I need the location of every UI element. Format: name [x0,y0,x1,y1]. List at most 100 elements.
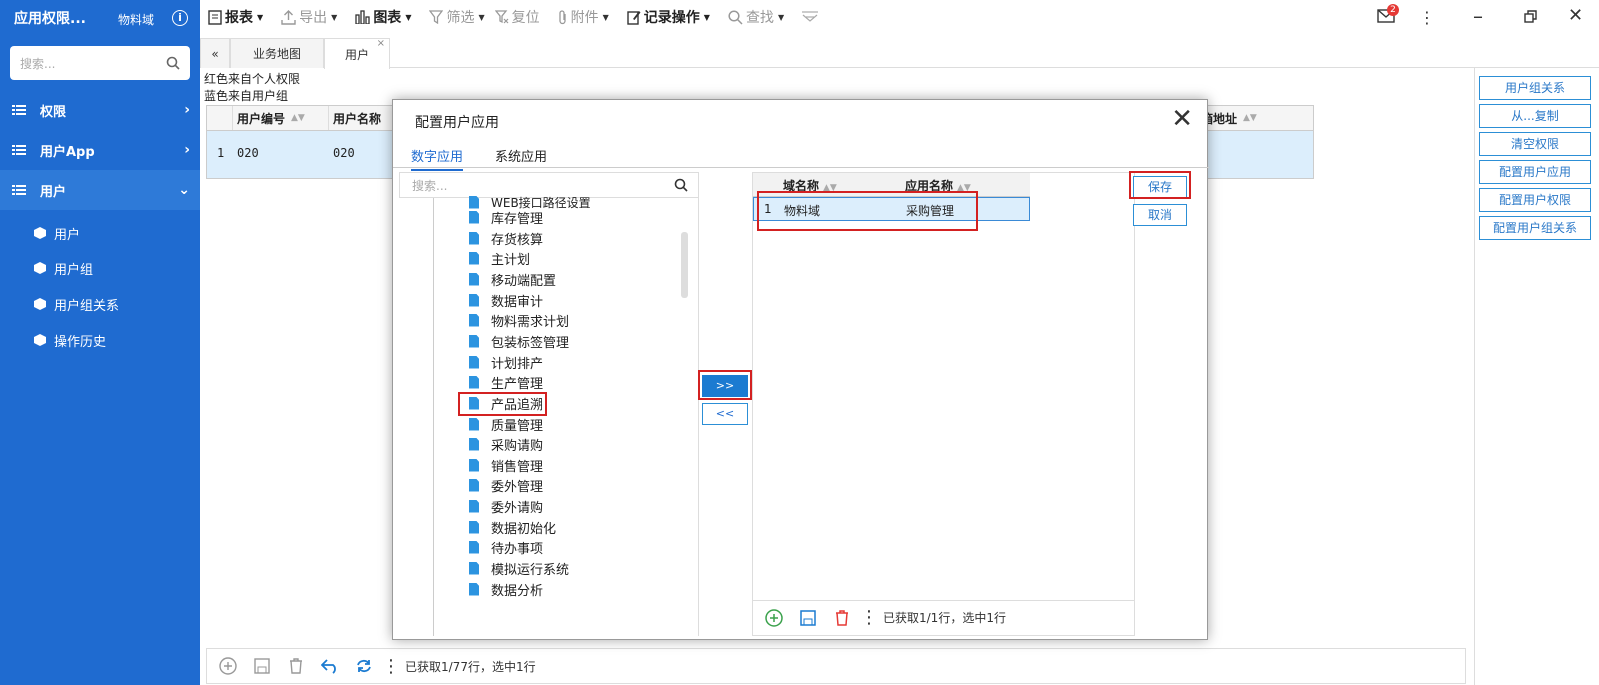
search-icon[interactable] [674,178,688,192]
close-window-icon[interactable]: ✕ [1568,5,1583,26]
tab-user[interactable]: 用户 × [324,38,390,69]
tree-item[interactable]: 生产管理 [469,372,543,392]
sidebar-item-user-app[interactable]: 用户App › [0,130,200,170]
double-left-icon: « [211,46,219,61]
document-icon [469,375,479,389]
tree-item[interactable]: 数据分析 [469,579,543,599]
mail-button[interactable]: 2 [1377,4,1399,27]
sort-icon[interactable]: ▲▼ [291,113,305,123]
report-menu[interactable]: 报表 ▼ [208,7,263,27]
add-icon[interactable] [217,655,239,677]
sidebar-item-users[interactable]: 用户 ⌄ [0,170,200,210]
caret-down-icon: ▼ [478,12,485,22]
tree-item[interactable]: 采购请购 [469,434,543,454]
tab-close-icon[interactable]: × [377,38,385,49]
more-vert-icon[interactable]: ⋮ [860,607,878,629]
sidebar-subitem-history[interactable]: 操作历史 [34,323,106,357]
sidebar-subitem-user[interactable]: 用户 [34,216,80,250]
app-tree-panel: 搜索... WEB接口路径设置 库存管理 存货核算 主计划 移动端配置 数据审计… [399,172,699,636]
document-icon [469,561,479,575]
tree-item[interactable]: 主计划 [469,248,530,268]
document-icon [469,272,479,286]
tree-item[interactable]: 包装标签管理 [469,331,569,351]
app-title[interactable]: 应用权限... [14,8,86,28]
sidebar-search-input[interactable]: 搜索... [10,46,190,80]
more-vert-icon[interactable]: ⋮ [1419,8,1435,27]
list-icon [12,105,26,115]
user-group-relation-button[interactable]: 用户组关系 [1479,76,1591,100]
restore-icon[interactable] [1524,10,1537,23]
selected-apps-footer: ⋮ 已获取1/1行，选中1行 [753,600,1134,634]
add-icon[interactable] [763,607,785,629]
move-left-button[interactable]: << [702,403,748,425]
tree-item[interactable]: 模拟运行系统 [469,558,569,578]
close-icon[interactable]: ✕ [1171,106,1193,132]
collapse-panel-button[interactable]: « [200,38,230,68]
sidebar-item-permissions[interactable]: 权限 › [0,90,200,130]
refresh-icon[interactable] [353,655,375,677]
record-ops-menu[interactable]: 记录操作 ▼ [627,7,710,27]
delete-icon[interactable] [831,607,853,629]
info-icon[interactable]: i [172,10,188,26]
tree-item[interactable]: 库存管理 [469,207,543,227]
tree-item-label: 物料需求计划 [491,314,570,330]
cube-icon [34,227,46,239]
tree-item[interactable]: 数据初始化 [469,517,556,537]
config-user-permission-button[interactable]: 配置用户权限 [1479,188,1591,212]
cube-icon [34,298,46,310]
clear-permissions-button[interactable]: 清空权限 [1479,132,1591,156]
chart-menu[interactable]: 图表 ▼ [355,7,411,27]
tab-business-map[interactable]: 业务地图 [230,38,324,68]
cancel-button[interactable]: 取消 [1133,204,1187,226]
tab-system-apps[interactable]: 系统应用 [495,146,547,165]
caret-down-icon: ▼ [703,12,710,22]
sort-icon[interactable]: ▲▼ [1243,113,1257,123]
tree-item[interactable]: 质量管理 [469,414,543,434]
export-menu[interactable]: 导出 ▼ [281,7,337,27]
tree-item[interactable]: 委外管理 [469,475,543,495]
tab-digital-apps[interactable]: 数字应用 [411,146,464,171]
tab-label: 用户 [344,47,369,62]
tree-item[interactable]: 销售管理 [469,455,543,475]
collapse-toolbar-button[interactable] [802,11,819,23]
domain-label[interactable]: 物料域 [118,11,154,28]
search-icon[interactable] [166,56,180,70]
tree-item[interactable]: 物料需求计划 [469,310,569,330]
mail-badge: 2 [1387,4,1399,16]
config-user-group-relation-button[interactable]: 配置用户组关系 [1479,216,1591,240]
save-icon[interactable] [797,607,819,629]
config-user-app-button[interactable]: 配置用户应用 [1479,160,1591,184]
tree-item[interactable]: 存货核算 [469,228,543,248]
undo-icon[interactable] [319,655,341,677]
tree-item[interactable]: 移动端配置 [469,269,556,289]
tree-item[interactable]: 数据审计 [469,290,543,310]
tree-item[interactable]: 待办事项 [469,537,543,557]
column-header-user-code[interactable]: 用户编号 ▲▼ [233,106,329,130]
attachment-menu[interactable]: 附件 ▼ [558,7,609,27]
delete-icon[interactable] [285,655,307,677]
column-header-user-name[interactable]: 用户名称 [329,106,401,130]
tree-item-label: 待办事项 [491,541,544,557]
column-header-email[interactable]: 箱地址 ▲▼ [1197,106,1313,130]
save-icon[interactable] [251,655,273,677]
filter-menu[interactable]: 筛选 ▼ [429,7,485,27]
tree-item-label: 质量管理 [491,418,544,434]
tree-item[interactable]: 计划排产 [469,352,543,372]
minimize-icon[interactable]: – [1473,4,1483,28]
sidebar-subitem-label: 用户组 [54,262,94,278]
tree-scrollbar[interactable] [681,232,688,298]
tree-item-label: 委外管理 [491,479,544,495]
highlight-box [757,191,978,231]
copy-from-button[interactable]: 从...复制 [1479,104,1591,128]
more-vert-icon[interactable]: ⋮ [382,655,400,677]
tree-item-label: 销售管理 [491,459,544,475]
filter-label: 筛选 [446,10,475,26]
document-icon [469,540,479,554]
sidebar-subitem-user-group-relation[interactable]: 用户组关系 [34,287,119,321]
sidebar-subitem-user-group[interactable]: 用户组 [34,251,93,285]
find-menu[interactable]: 查找 ▼ [728,7,784,27]
tree-item-label: 数据初始化 [491,521,557,537]
reset-filter-button[interactable]: 复位 [494,7,540,27]
tree-item[interactable]: 委外请购 [469,496,543,516]
cell-user-name: 020 [333,146,355,160]
